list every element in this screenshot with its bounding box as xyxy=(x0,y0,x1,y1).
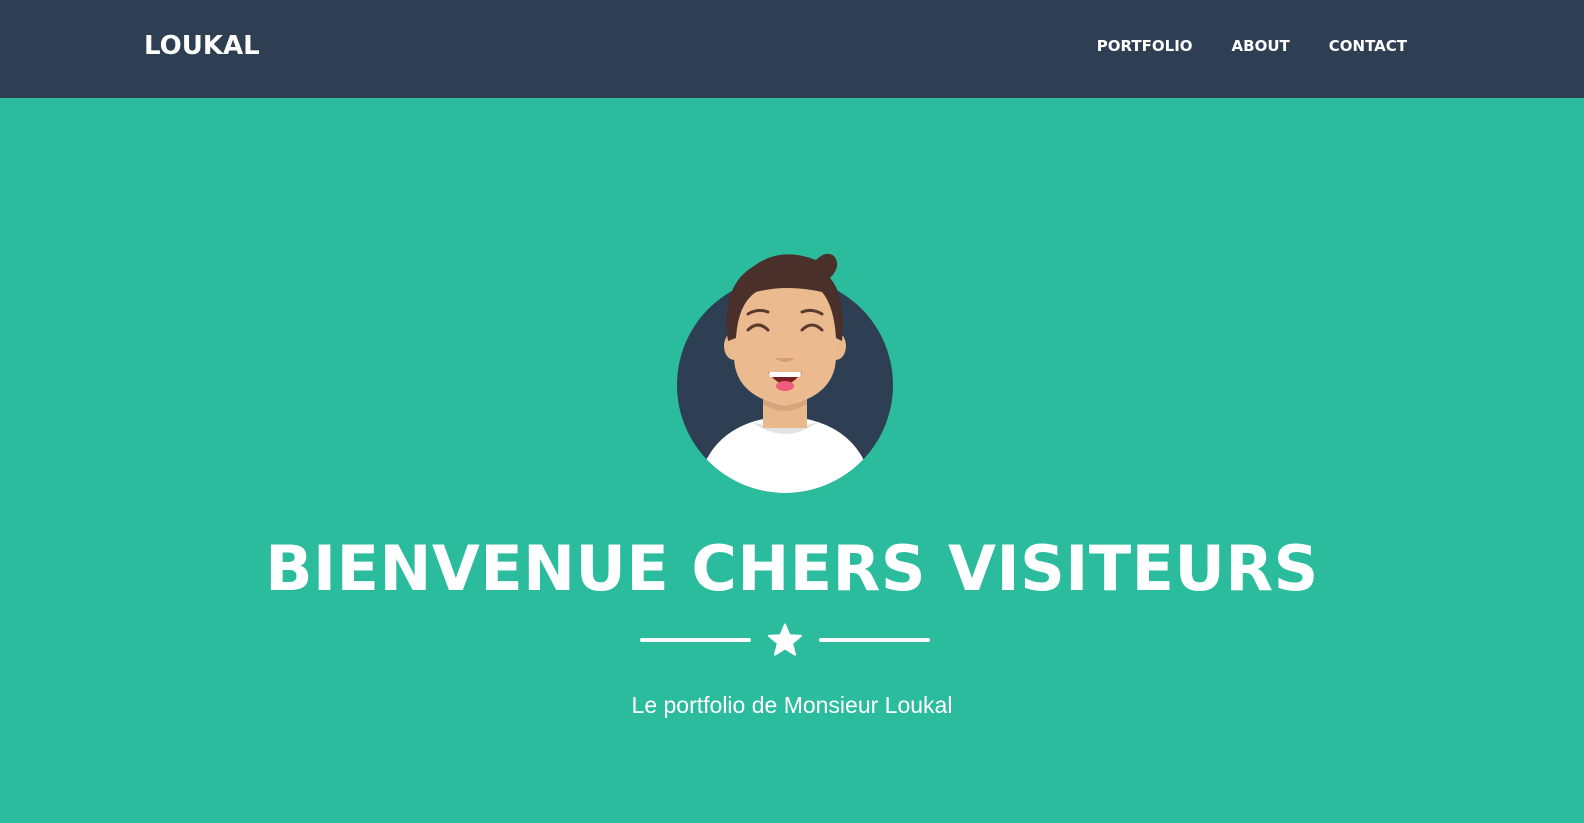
star-divider xyxy=(640,620,930,660)
brand-logo-link[interactable]: LOUKAL xyxy=(144,30,260,62)
divider-line-left xyxy=(640,638,751,642)
star-icon xyxy=(768,623,802,656)
nav-link-portfolio[interactable]: PORTFOLIO xyxy=(1097,36,1193,56)
nav-link-about[interactable]: ABOUT xyxy=(1232,36,1290,56)
nav-links: PORTFOLIO ABOUT CONTACT xyxy=(1097,36,1407,56)
avatar-icon xyxy=(677,253,893,493)
tagline: Le portfolio de Monsieur Loukal xyxy=(631,692,953,718)
navbar: LOUKAL PORTFOLIO ABOUT CONTACT xyxy=(0,0,1584,98)
nav-link-contact[interactable]: CONTACT xyxy=(1329,36,1407,56)
divider-line-right xyxy=(819,638,930,642)
page-headline: BIENVENUE CHERS VISITEURS xyxy=(265,532,1319,605)
